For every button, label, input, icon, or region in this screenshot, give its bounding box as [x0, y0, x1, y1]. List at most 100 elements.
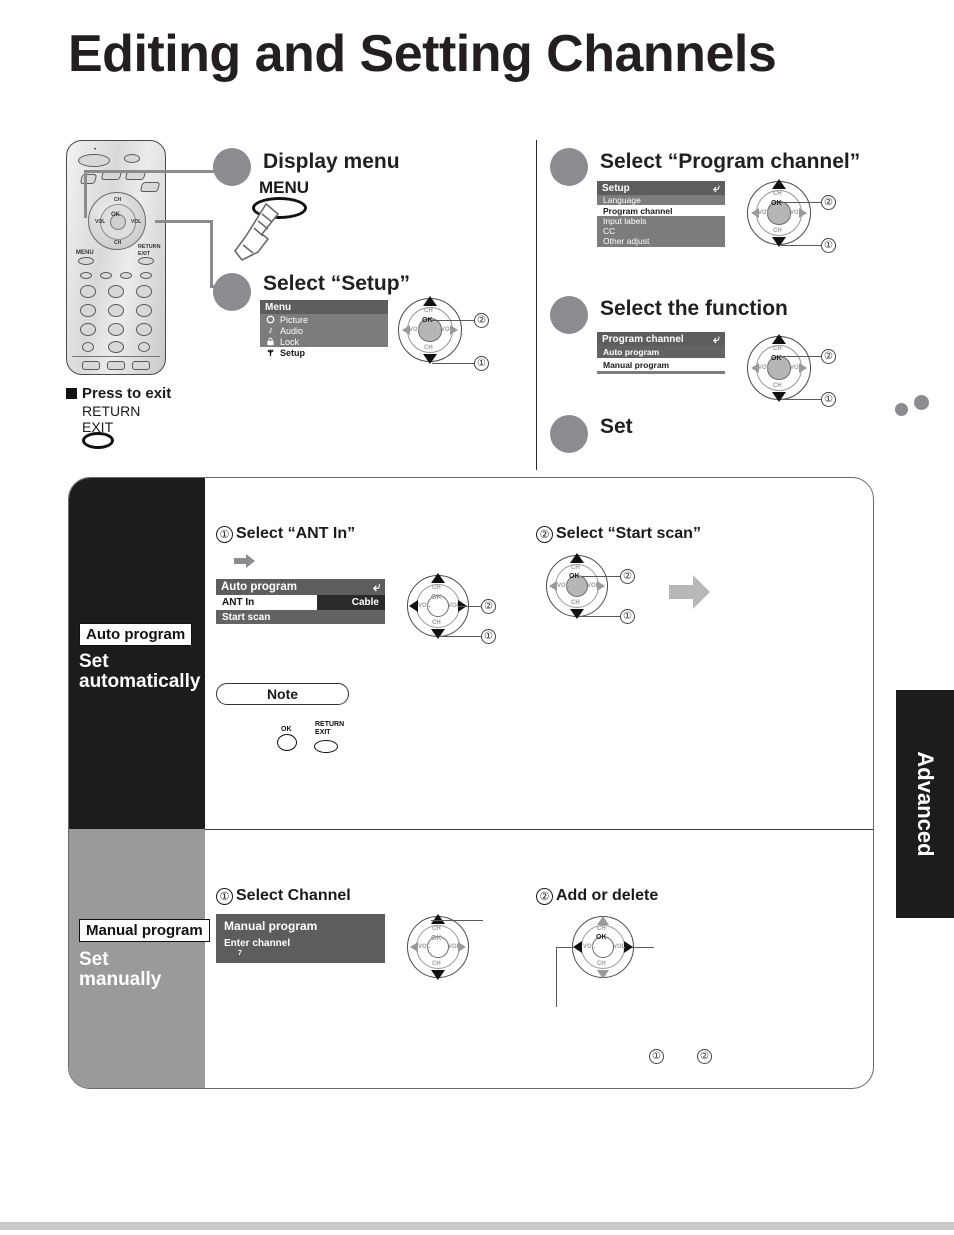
auto-substep2-number: ② [536, 525, 553, 543]
nav-ok-label: OK [596, 934, 607, 941]
nav-diagram-manual-1: CH CH VOL VOL OK [407, 914, 469, 980]
remote-control-illustration: • CH CH VOL VOL OK MENU RETURN EXIT [66, 140, 176, 375]
manual-footnote-one: ① [649, 1049, 664, 1064]
power-dot-icon: • [94, 147, 97, 153]
manual-substep1-number: ① [216, 887, 233, 905]
osd-manual-program-field-label: Enter channel [224, 938, 291, 949]
note-box: Note [216, 683, 349, 705]
remote-bottom-button-1 [82, 361, 100, 370]
osd-menu-row-audio[interactable]: ♪ Audio [260, 325, 388, 336]
osd-auto-program-row-antin[interactable]: ANT In Cable [216, 595, 385, 610]
callout-line-step2-one [432, 363, 474, 364]
osd-setup-label-input-labels: Input labels [603, 216, 647, 226]
callout-line-step4-two [779, 356, 821, 357]
note-icon: ♪ [268, 325, 273, 336]
remote-fn-button-1 [79, 174, 98, 184]
osd-menu-label-setup: Setup [280, 347, 306, 358]
callout-line-manual2-down [556, 947, 557, 1007]
osd-program-channel-row-auto[interactable]: Auto program [597, 346, 725, 358]
osd-setup-row-other-adjust[interactable]: Other adjust [597, 236, 725, 246]
manual-program-subtitle: Set manually [79, 950, 161, 990]
osd-manual-program-field-value: 7 [238, 950, 242, 957]
remote-divider [72, 356, 160, 357]
return-arrow-icon: ⤷ [713, 331, 720, 346]
osd-manual-program: Manual program Enter channel 7 [216, 914, 385, 963]
nav-up-arrow-icon [772, 179, 786, 189]
remote-bottom-button-3 [132, 361, 150, 370]
menu-button-label: MENU [259, 178, 310, 197]
nav-vol-left-label: VOL [758, 210, 771, 216]
nav-vol-right-label: VOL [441, 327, 454, 333]
auto-substep1-number: ① [216, 525, 233, 543]
nav-diagram-auto-2: CH CH VOL VOL OK [546, 553, 608, 619]
nav-down-arrow-icon [431, 629, 445, 639]
nav-vol-left-label: VOL [583, 944, 596, 950]
return-arrow-icon: ⤷ [713, 180, 720, 195]
callout-line-auto2-two [582, 576, 620, 577]
osd-auto-program-title-text: Auto program [221, 581, 298, 593]
auto-program-subtitle: Set automatically [79, 652, 200, 692]
callout-number-auto2-two: ② [620, 569, 635, 584]
section-tab-advanced: Advanced [896, 690, 954, 918]
callout-number-auto1-one: ① [481, 629, 496, 644]
remote-fn-button-4 [139, 182, 161, 192]
osd-program-channel-row-manual[interactable]: Manual program [597, 358, 725, 371]
nav-ch-up-label: CH [432, 926, 441, 932]
auto-substep2-heading: ② Select “Start scan” [536, 525, 701, 543]
remote-return-label: RETURN [138, 244, 161, 250]
keypad-star [82, 342, 94, 352]
nav-down-arrow-icon [431, 970, 445, 980]
keypad-6 [136, 304, 152, 317]
nav-vol-right-label: VOL [448, 944, 461, 950]
callout-line-auto1-one [439, 636, 481, 637]
page-bottom-band [0, 1222, 954, 1230]
osd-menu-title-text: Menu [265, 301, 292, 313]
keypad-hash [138, 342, 150, 352]
callout-line-step3-one [781, 245, 821, 246]
step-bullet-3 [550, 148, 588, 186]
column-divider [536, 140, 537, 470]
osd-setup-row-input-labels[interactable]: Input labels [597, 216, 725, 226]
nav-up-arrow-icon [431, 914, 445, 924]
nav-vol-left-label: VOL [409, 327, 422, 333]
page-dot-2 [914, 395, 929, 410]
osd-program-channel: Program channel ⤷ Auto program Manual pr… [597, 332, 725, 374]
nav-ch-down-label: CH [773, 383, 782, 389]
auto-program-subtitle-line2: automatically [79, 670, 201, 692]
manual-program-subtitle-line1: Set [79, 949, 109, 970]
remote-menu-label: MENU [76, 250, 94, 256]
nav-left-arrow-icon [549, 581, 557, 591]
note-return-label: RETURN [315, 721, 345, 728]
note-label: Note [266, 686, 299, 702]
osd-menu-row-setup[interactable]: Setup [260, 347, 388, 358]
nav-up-arrow-icon [597, 916, 609, 925]
osd-setup-row-language[interactable]: Language [597, 195, 725, 205]
remote-ch-down-label: CH [114, 240, 122, 246]
page-indicator-dots [895, 395, 935, 425]
callout-line-manual2-right [632, 947, 654, 948]
osd-auto-program-label-antin: ANT In [222, 597, 255, 608]
step2-heading: Select “Setup” [263, 272, 411, 295]
step-bullet-4 [550, 296, 588, 334]
page-title: Editing and Setting Channels [68, 25, 777, 83]
leader-line-nav-down [210, 220, 213, 288]
nav-up-arrow-icon [772, 334, 786, 344]
nav-up-arrow-icon [570, 553, 584, 563]
nav-vol-right-label: VOL [790, 210, 803, 216]
nav-down-arrow-icon [597, 970, 609, 979]
remote-small-button-3 [120, 272, 132, 279]
osd-setup-label-cc: CC [603, 226, 616, 236]
osd-setup-row-program-channel[interactable]: Program channel [597, 205, 725, 216]
osd-setup-row-cc[interactable]: CC [597, 226, 725, 236]
osd-auto-program-row-startscan[interactable]: Start scan [216, 610, 385, 624]
osd-menu-row-lock[interactable]: Lock [260, 336, 388, 347]
osd-setup: Setup ⤷ Language Program channel Input l… [597, 181, 725, 247]
callout-number-step2-one: ① [474, 356, 489, 371]
osd-menu-row-picture[interactable]: Picture [260, 314, 388, 325]
remote-return-exit-button [138, 257, 154, 265]
nav-ch-up-label: CH [773, 346, 782, 352]
nav-up-arrow-icon [431, 573, 445, 583]
nav-ch-down-label: CH [432, 961, 441, 967]
note-return-exit-button [314, 740, 338, 753]
remote-top-button [124, 154, 140, 163]
